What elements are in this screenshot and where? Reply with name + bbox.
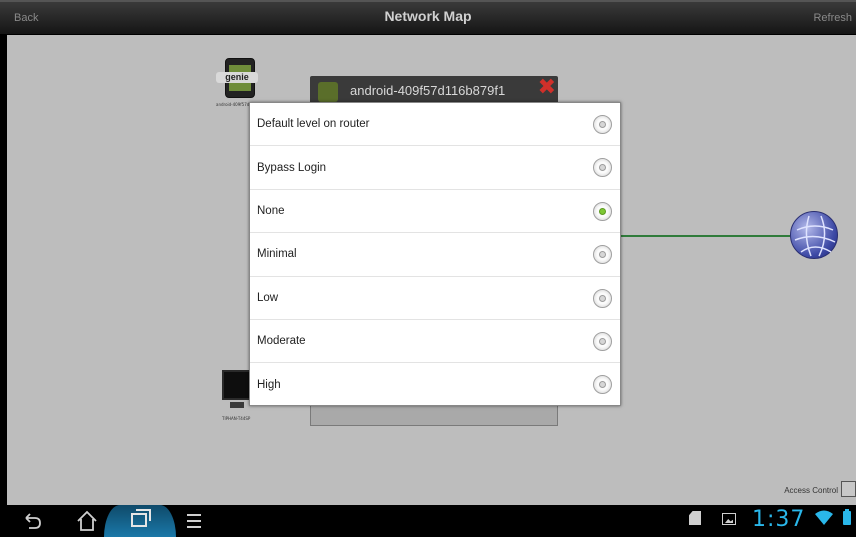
filter-level-dialog: Default level on router Bypass Login Non… bbox=[249, 102, 621, 406]
genie-device-icon bbox=[318, 82, 338, 102]
battery-icon bbox=[843, 509, 851, 525]
option-label: None bbox=[257, 204, 285, 217]
radio-button[interactable] bbox=[593, 288, 612, 308]
radio-button[interactable] bbox=[593, 115, 612, 134]
back-arrow-icon[interactable] bbox=[20, 509, 44, 533]
access-control-checkbox[interactable] bbox=[841, 481, 856, 497]
home-icon[interactable] bbox=[74, 509, 100, 533]
refresh-button[interactable]: Refresh bbox=[805, 6, 856, 32]
option-low[interactable]: Low bbox=[250, 277, 620, 320]
radio-button[interactable] bbox=[593, 158, 612, 178]
recent-apps-button[interactable] bbox=[104, 505, 176, 537]
phone-device-node[interactable]: genie android-409f57d116b879f1 bbox=[216, 58, 271, 108]
option-label: High bbox=[257, 379, 281, 392]
internet-globe-icon[interactable] bbox=[790, 211, 838, 259]
close-icon[interactable]: ✖ bbox=[538, 75, 556, 101]
access-control-label: Access Control bbox=[784, 486, 838, 495]
option-label: Minimal bbox=[257, 248, 297, 261]
monitor-icon bbox=[222, 370, 252, 400]
radio-button[interactable] bbox=[593, 331, 612, 351]
monitor-node-label: TIPHAN-T44SP bbox=[222, 416, 251, 421]
option-bypass-login[interactable]: Bypass Login bbox=[250, 146, 620, 190]
page-title: Network Map bbox=[384, 8, 472, 24]
option-high[interactable]: High bbox=[250, 363, 620, 406]
recent-apps-icon bbox=[131, 509, 151, 527]
status-clock: 1:37 bbox=[752, 507, 806, 532]
radio-button-checked[interactable] bbox=[593, 201, 612, 221]
option-label: Low bbox=[257, 291, 279, 304]
option-label: Bypass Login bbox=[257, 161, 327, 174]
option-label: Default level on router bbox=[257, 118, 370, 131]
radio-button[interactable] bbox=[593, 375, 612, 395]
wifi-icon bbox=[815, 510, 833, 526]
option-label: Moderate bbox=[257, 335, 306, 348]
screenshot-icon bbox=[722, 513, 736, 525]
option-none[interactable]: None bbox=[250, 190, 620, 234]
menu-icon[interactable] bbox=[184, 509, 206, 533]
action-bar: Back Network Map Refresh bbox=[0, 0, 856, 35]
option-default-level[interactable]: Default level on router bbox=[250, 103, 620, 147]
option-minimal[interactable]: Minimal bbox=[250, 233, 620, 277]
device-popup-title: android-409f57d116b879f1 bbox=[350, 83, 506, 98]
option-moderate[interactable]: Moderate bbox=[250, 320, 620, 364]
genie-badge: genie bbox=[216, 72, 258, 83]
network-link-line bbox=[620, 235, 790, 237]
radio-button[interactable] bbox=[593, 245, 612, 265]
